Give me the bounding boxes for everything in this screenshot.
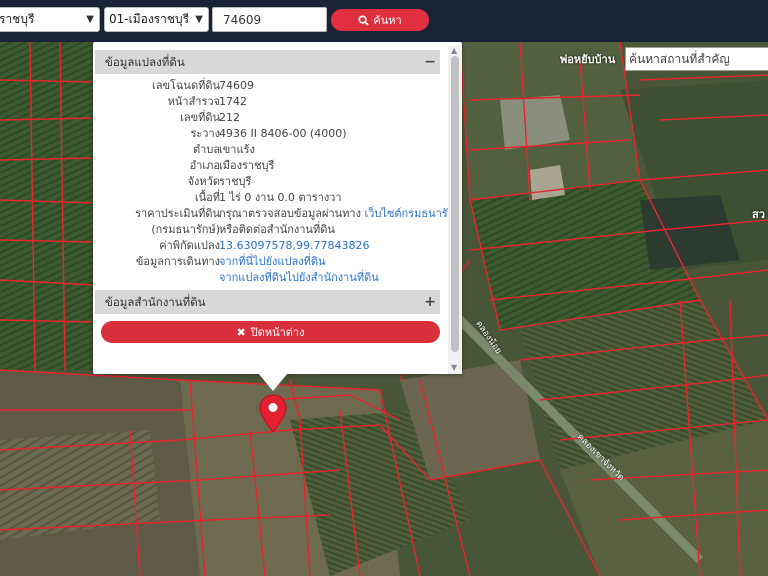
district-select-value: 01-เมืองราชบุรี bbox=[109, 12, 190, 26]
popup-pointer bbox=[258, 373, 288, 391]
info-row-deed: เลขโฉนดที่ดิน 74609 bbox=[93, 78, 458, 94]
row-label: ข้อมูลการเดินทาง bbox=[135, 255, 220, 268]
row-label: ราคาประเมินที่ดิน bbox=[135, 207, 220, 220]
expand-icon[interactable]: + bbox=[424, 290, 436, 314]
province-select[interactable]: ราชบุรี ▼ bbox=[0, 7, 100, 32]
popup-scrollbar[interactable]: ▲ ▼ bbox=[448, 46, 462, 374]
coordinates-link[interactable]: 13.63097578,99.77843826 bbox=[219, 238, 369, 254]
collapse-icon[interactable]: − bbox=[424, 50, 436, 74]
row-value: กรุณาตรวจสอบข้อมูลผ่านทาง เว็บไซต์กรมธนา… bbox=[219, 206, 462, 222]
info-row-province: จังหวัด ราชบุรี bbox=[93, 174, 458, 190]
close-window-button[interactable]: ✖ ปิดหน้าต่าง bbox=[101, 321, 440, 343]
info-row-map-sheet: ระวาง 4936 II 8406-00 (4000) bbox=[93, 126, 458, 142]
row-label: เลขที่ดิน bbox=[180, 111, 220, 124]
scroll-down-icon[interactable]: ▼ bbox=[451, 363, 457, 372]
row-value: 1742 bbox=[219, 95, 247, 108]
parcel-info-popup: ข้อมูลแปลงที่ดิน − เลขโฉนดที่ดิน 74609 หน… bbox=[93, 42, 462, 374]
info-row-survey-page: หน้าสำรวจ 1742 bbox=[93, 94, 458, 110]
row-value: ราชบุรี bbox=[219, 175, 252, 188]
row-value: 74609 bbox=[219, 79, 254, 92]
row-label: ระวาง bbox=[190, 127, 220, 140]
search-button[interactable]: ค้นหา bbox=[331, 9, 429, 31]
chevron-down-icon: ▼ bbox=[195, 14, 203, 25]
info-row-subdistrict: ตำบล เขาแร้ง bbox=[93, 142, 458, 158]
section-header-parcel[interactable]: ข้อมูลแปลงที่ดิน − bbox=[95, 50, 440, 74]
row-label: ค่าพิกัดแปลง bbox=[159, 239, 220, 252]
row-value: เมืองราชบุรี bbox=[219, 159, 275, 172]
close-icon: ✖ bbox=[236, 325, 246, 339]
row-value: เขาแร้ง bbox=[219, 143, 255, 156]
scrollbar-thumb[interactable] bbox=[451, 56, 459, 352]
info-row-coordinates: ค่าพิกัดแปลง 13.63097578,99.77843826 bbox=[93, 238, 458, 254]
row-label: เนื้อที่ bbox=[194, 191, 220, 204]
info-row-appraisal: ราคาประเมินที่ดิน กรุณาตรวจสอบข้อมูลผ่านท… bbox=[93, 206, 461, 222]
row-label: ตำบล bbox=[192, 143, 220, 156]
parcel-info-table: เลขโฉนดที่ดิน 74609 หน้าสำรวจ 1742 เลขที่ด… bbox=[93, 78, 461, 286]
section-header-office[interactable]: ข้อมูลสำนักงานที่ดิน + bbox=[95, 290, 440, 314]
row-value: 212 bbox=[219, 111, 240, 124]
appraisal-text: กรุณาตรวจสอบข้อมูลผ่านทาง bbox=[219, 207, 361, 220]
row-label: หน้าสำรวจ bbox=[167, 95, 220, 108]
info-row-district: อำเภอ เมืองราชบุรี bbox=[93, 158, 458, 174]
map-place-label: สว bbox=[752, 208, 765, 221]
search-icon bbox=[358, 14, 370, 26]
directions-to-parcel-link[interactable]: จากที่นี่ไปยังแปลงที่ดิน bbox=[219, 254, 325, 270]
row-label: เลขโฉนดที่ดิน bbox=[152, 79, 220, 92]
row-value: หรือติดต่อสำนักงานที่ดิน bbox=[219, 223, 335, 236]
section-header-label: ข้อมูลแปลงที่ดิน bbox=[105, 55, 185, 69]
row-label: จังหวัด bbox=[187, 175, 220, 188]
scroll-up-icon[interactable]: ▲ bbox=[451, 46, 457, 55]
row-value: 4936 II 8406-00 (4000) bbox=[219, 127, 347, 140]
info-row-land-number: เลขที่ดิน 212 bbox=[93, 110, 458, 126]
info-row-treasury: (กรมธนารักษ์) หรือติดต่อสำนักงานที่ดิน bbox=[93, 222, 458, 238]
info-row-area: เนื้อที่ 1 ไร่ 0 งาน 0.0 ตารางวา bbox=[93, 190, 458, 206]
district-select[interactable]: 01-เมืองราชบุรี ▼ bbox=[104, 7, 209, 32]
directions-to-office-link[interactable]: จากแปลงที่ดินไปยังสำนักงานที่ดิน bbox=[219, 270, 379, 286]
row-label: (กรมธนารักษ์) bbox=[151, 223, 220, 236]
place-search-input[interactable] bbox=[625, 47, 768, 71]
search-button-label: ค้นหา bbox=[373, 14, 402, 27]
row-value: 1 ไร่ 0 งาน 0.0 ตารางวา bbox=[219, 191, 342, 204]
row-label: อำเภอ bbox=[189, 159, 220, 172]
province-select-value: ราชบุรี bbox=[0, 12, 35, 26]
parcel-number-input[interactable] bbox=[212, 7, 327, 32]
info-row-directions-office: จากแปลงที่ดินไปยังสำนักงานที่ดิน bbox=[93, 270, 458, 286]
map-place-label: พ่อหยับบ้าน bbox=[560, 53, 616, 66]
close-window-label: ปิดหน้าต่าง bbox=[250, 326, 305, 339]
location-pin-icon[interactable] bbox=[259, 394, 287, 434]
chevron-down-icon: ▼ bbox=[86, 14, 94, 25]
section-header-label: ข้อมูลสำนักงานที่ดิน bbox=[105, 295, 206, 309]
info-row-directions: ข้อมูลการเดินทาง จากที่นี่ไปยังแปลงที่ดิน bbox=[93, 254, 458, 270]
